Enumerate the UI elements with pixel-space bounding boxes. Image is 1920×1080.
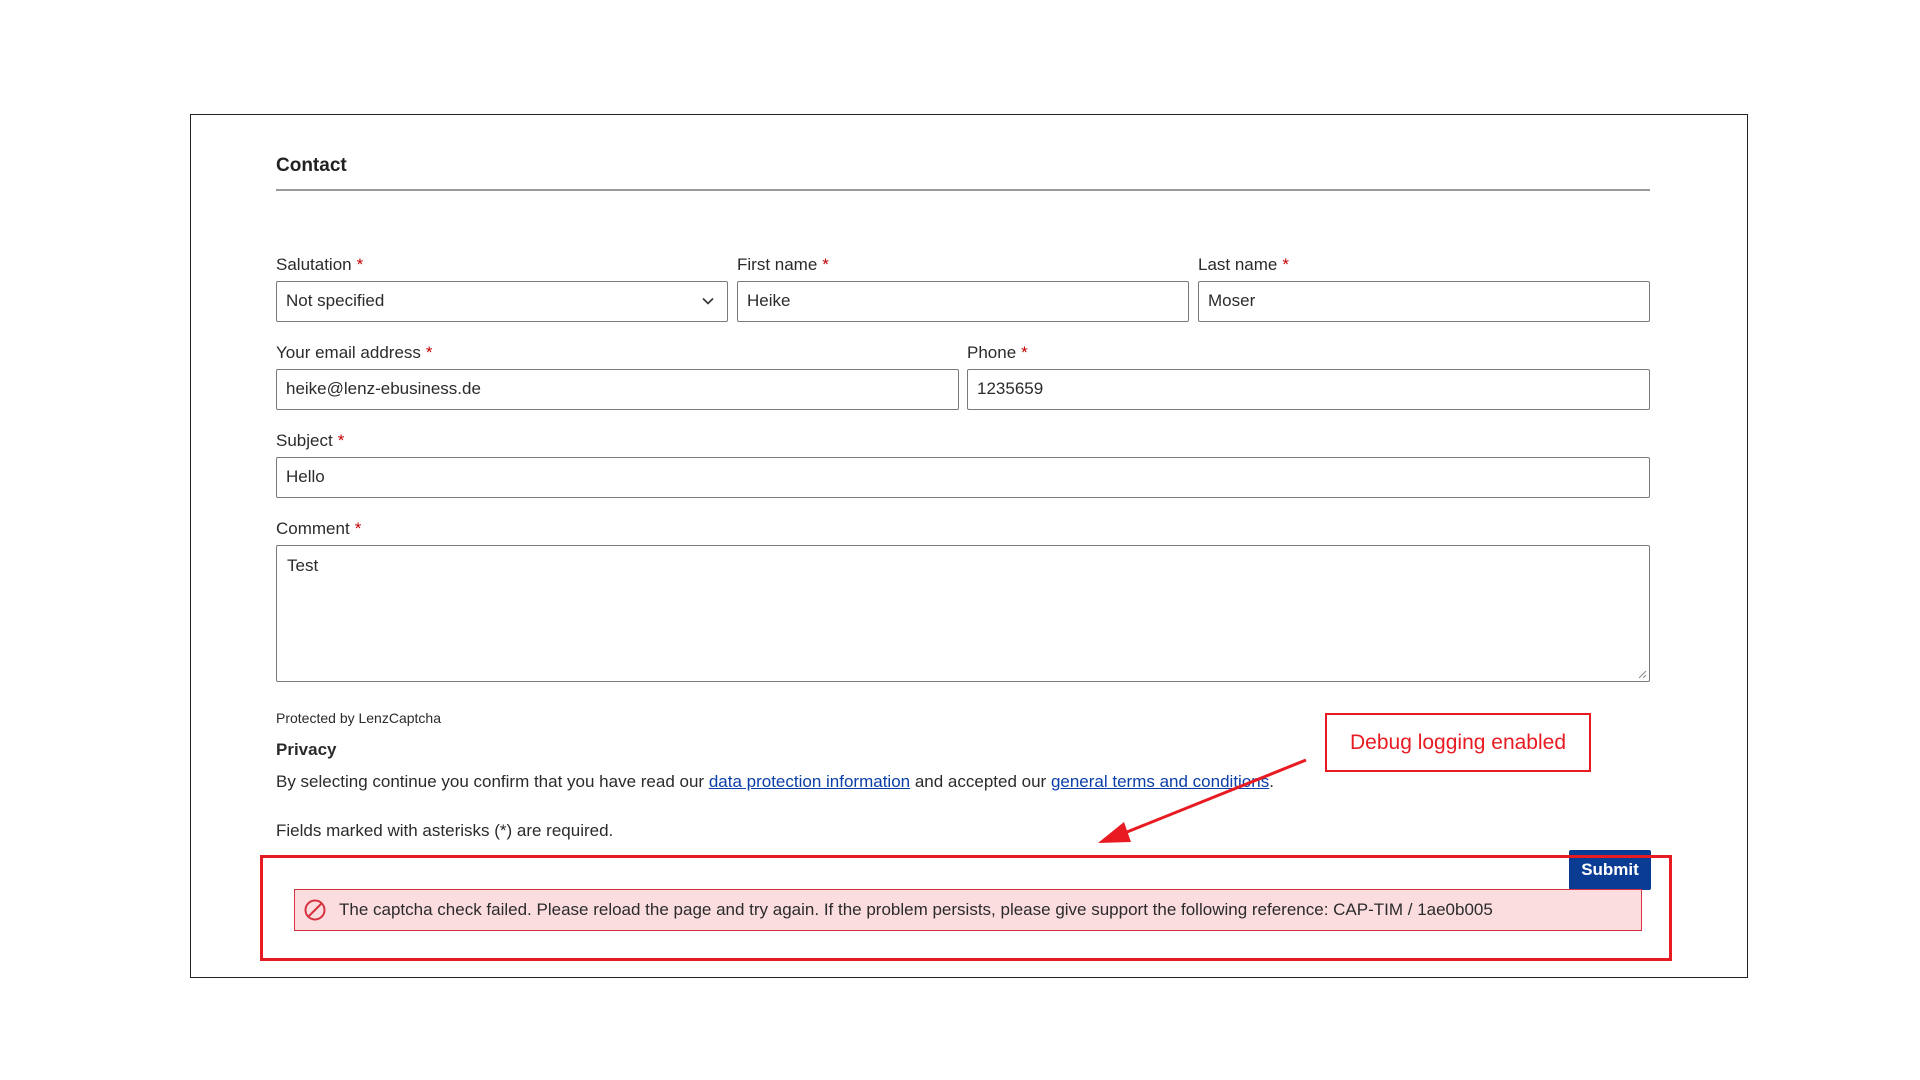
phone-field[interactable]: 1235659 <box>967 369 1650 410</box>
captcha-note: Protected by LenzCaptcha <box>276 710 441 726</box>
required-marker: * <box>425 343 433 362</box>
required-marker: * <box>356 255 364 274</box>
email-label: Your email address * <box>276 343 433 362</box>
prohibited-icon <box>304 899 326 921</box>
form-title: Contact <box>276 155 1650 191</box>
required-marker: * <box>1282 255 1290 274</box>
form-frame: Contact Salutation * Not specified First … <box>190 114 1748 978</box>
required-marker: * <box>337 431 345 450</box>
first-name-field[interactable]: Heike <box>737 281 1189 322</box>
debug-annotation-callout: Debug logging enabled <box>1325 713 1591 772</box>
salutation-select[interactable]: Not specified <box>276 281 728 322</box>
subject-field[interactable]: Hello <box>276 457 1650 498</box>
salutation-label: Salutation * <box>276 255 364 274</box>
phone-label: Phone * <box>967 343 1028 362</box>
data-protection-link[interactable]: data protection information <box>709 772 910 791</box>
error-highlight-box: The captcha check failed. Please reload … <box>260 855 1672 961</box>
error-message: The captcha check failed. Please reload … <box>339 900 1493 919</box>
last-name-label: Last name * <box>1198 255 1290 274</box>
chevron-down-icon <box>702 297 714 305</box>
required-note: Fields marked with asterisks (*) are req… <box>276 821 614 840</box>
subject-label: Subject * <box>276 431 345 450</box>
comment-label: Comment * <box>276 519 362 538</box>
captcha-error-alert: The captcha check failed. Please reload … <box>294 889 1642 931</box>
privacy-title: Privacy <box>276 740 337 759</box>
first-name-label: First name * <box>737 255 829 274</box>
contact-form: Contact Salutation * Not specified First … <box>276 155 1651 890</box>
required-marker: * <box>822 255 829 274</box>
required-marker: * <box>354 519 362 538</box>
last-name-field[interactable]: Moser <box>1198 281 1650 322</box>
resize-grip-icon[interactable] <box>1637 669 1647 679</box>
terms-link[interactable]: general terms and conditions <box>1051 772 1269 791</box>
required-marker: * <box>1021 343 1028 362</box>
privacy-text: By selecting continue you confirm that y… <box>276 772 1274 791</box>
comment-textarea[interactable]: Test <box>276 545 1650 682</box>
email-field[interactable]: heike@lenz-ebusiness.de <box>276 369 959 410</box>
